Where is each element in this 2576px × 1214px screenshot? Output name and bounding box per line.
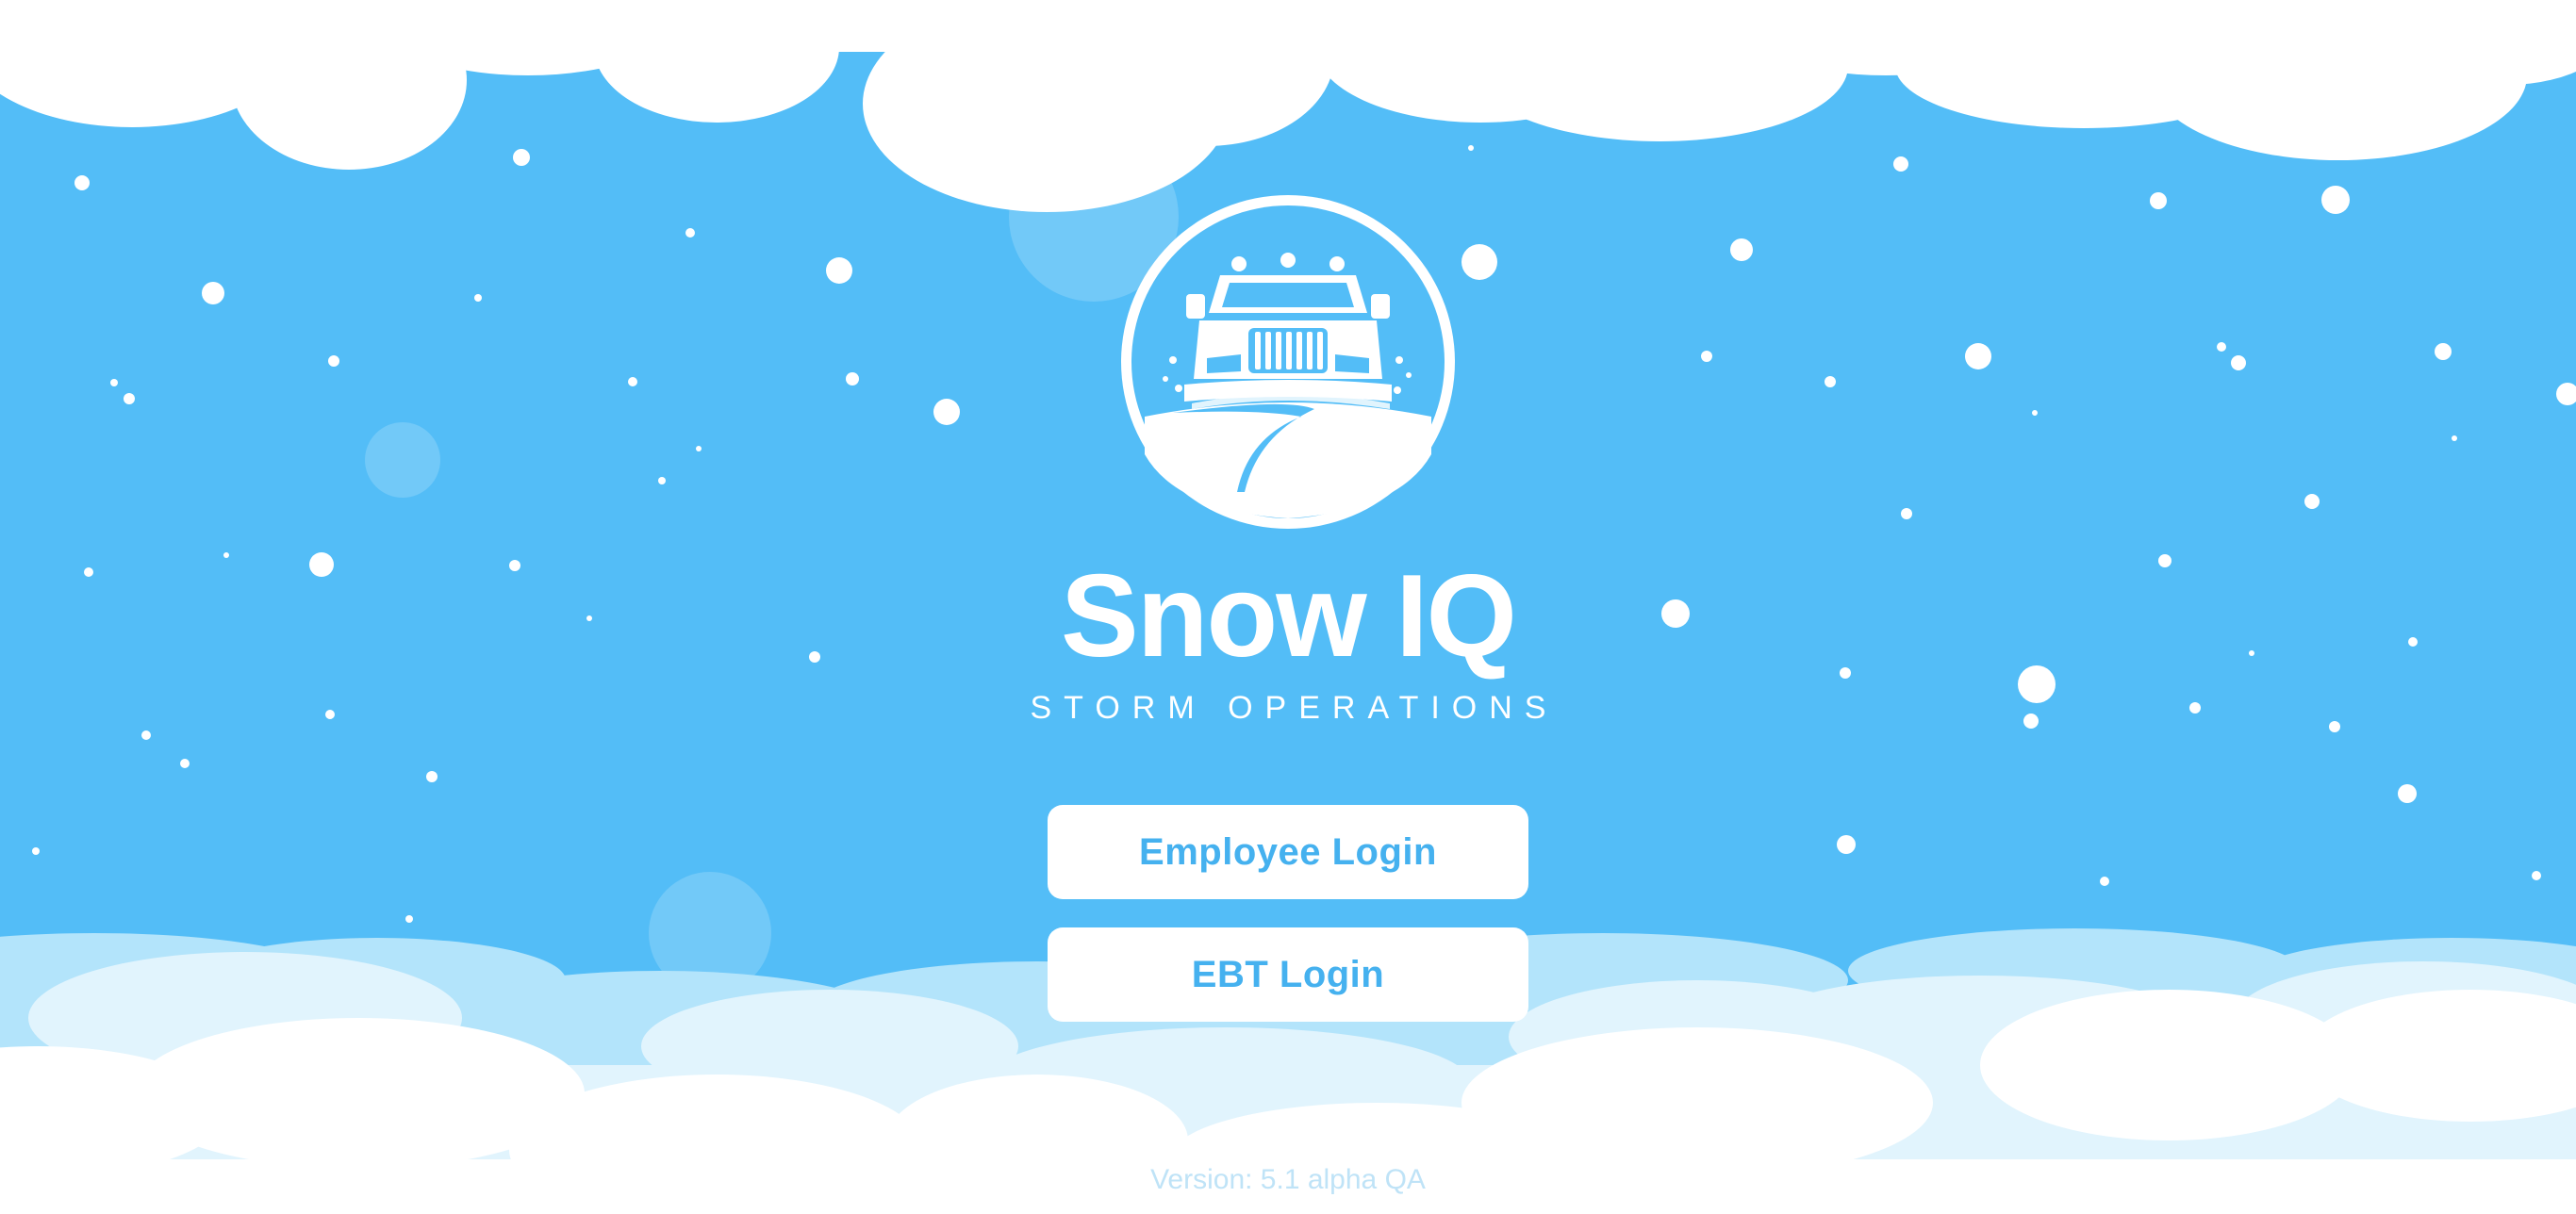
ebt-login-button[interactable]: EBT Login [1048,927,1528,1022]
app-subtitle: STORM OPERATIONS [1030,690,1559,726]
snowplow-truck-icon [1121,195,1455,529]
employee-login-button[interactable]: Employee Login [1048,805,1528,899]
login-screen: Snow IQ STORM OPERATIONS Employee Login … [0,0,2576,1214]
version-label: Version: 5.1 alpha QA [1150,1164,1426,1195]
app-title: Snow IQ [1061,551,1517,681]
